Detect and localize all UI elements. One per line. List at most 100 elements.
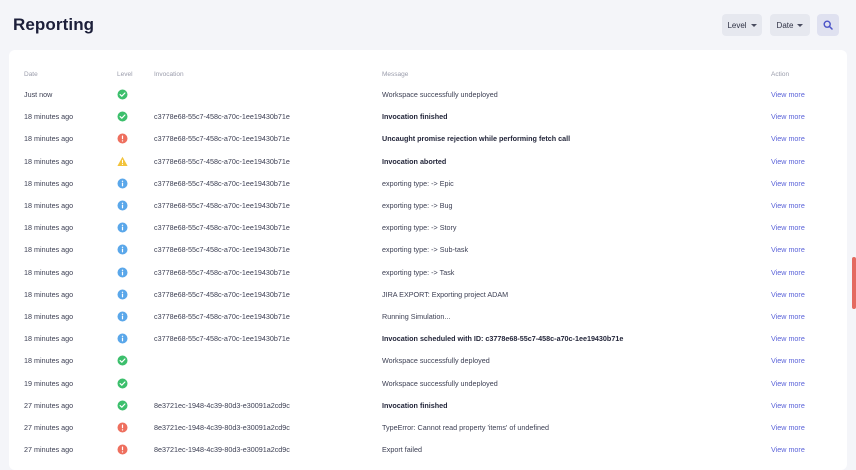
- table-row: 27 minutes ago 8e3721ec-1948-4c39-80d3-e3…: [9, 417, 847, 439]
- row-date: 18 minutes ago: [24, 178, 74, 188]
- info-circle-icon: [117, 200, 128, 211]
- row-date: 27 minutes ago: [24, 423, 74, 432]
- column-header-level: Level: [117, 71, 133, 78]
- search-icon: [823, 20, 833, 30]
- row-invocation-id: c3778e68-55c7-458c-a70c-1ee19430b71e: [154, 178, 290, 188]
- row-message: Workspace successfully undeployed: [382, 90, 498, 99]
- row-invocation-id: c3778e68-55c7-458c-a70c-1ee19430b71e: [154, 245, 290, 255]
- row-date: 18 minutes ago: [24, 312, 74, 321]
- table-row: 18 minutes ago c3778e68-55c7-458c-a70c-1e…: [9, 173, 847, 195]
- view-more-link[interactable]: View more: [771, 239, 805, 261]
- check-circle-icon: [117, 400, 128, 411]
- row-invocation-id: c3778e68-55c7-458c-a70c-1ee19430b71e: [154, 134, 290, 144]
- row-message: Workspace successfully undeployed: [382, 378, 498, 388]
- table-row: 18 minutes ago c3778e68-55c7-458c-a70c-1e…: [9, 328, 847, 350]
- table-row: 18 minutes ago c3778e68-55c7-458c-a70c-1e…: [9, 217, 847, 239]
- view-more-link[interactable]: View more: [771, 106, 805, 128]
- level-filter-label: Level: [727, 20, 747, 30]
- page-title: Reporting: [13, 15, 95, 34]
- reporting-table: Date Level Invocation Message Action Jus…: [9, 50, 847, 470]
- column-header-action: Action: [771, 71, 790, 78]
- row-message: TypeError: Cannot read property 'items' …: [382, 423, 549, 432]
- view-more-link[interactable]: View more: [771, 151, 805, 173]
- row-date: 18 minutes ago: [24, 267, 74, 277]
- info-circle-icon: [117, 222, 128, 233]
- view-more-link[interactable]: View more: [771, 195, 805, 217]
- view-more-link[interactable]: View more: [771, 306, 805, 328]
- table-row: 18 minutes ago c3778e68-55c7-458c-a70c-1e…: [9, 128, 847, 150]
- view-more-link[interactable]: View more: [771, 373, 805, 395]
- chevron-down-icon: [750, 23, 757, 27]
- info-circle-icon: [117, 333, 128, 344]
- row-invocation-id: c3778e68-55c7-458c-a70c-1ee19430b71e: [154, 112, 290, 122]
- row-message: Invocation finished: [382, 400, 448, 410]
- error-circle-icon: [117, 133, 128, 144]
- row-date: 19 minutes ago: [24, 378, 74, 388]
- row-message: exporting type: -> Bug: [382, 201, 453, 210]
- row-message: Workspace successfully deployed: [382, 356, 490, 366]
- row-invocation-id: 8e3721ec-1948-4c39-80d3-e30091a2cd9c: [154, 423, 290, 432]
- view-more-link[interactable]: View more: [771, 284, 805, 306]
- row-date: 18 minutes ago: [24, 356, 74, 366]
- info-circle-icon: [117, 289, 128, 300]
- column-header-message: Message: [382, 71, 409, 78]
- row-invocation-id: c3778e68-55c7-458c-a70c-1ee19430b71e: [154, 312, 290, 321]
- table-row: 18 minutes ago c3778e68-55c7-458c-a70c-1e…: [9, 106, 847, 128]
- info-circle-icon: [117, 178, 128, 189]
- error-circle-icon: [117, 444, 128, 455]
- view-more-link[interactable]: View more: [771, 328, 805, 350]
- row-date: 18 minutes ago: [24, 223, 74, 233]
- table-row: 27 minutes ago 8e3721ec-1948-4c39-80d3-e3…: [9, 395, 847, 417]
- view-more-link[interactable]: View more: [771, 417, 805, 439]
- row-message: Invocation scheduled with ID: c3778e68-5…: [382, 334, 624, 344]
- row-date: Just now: [24, 90, 53, 99]
- row-invocation-id: 8e3721ec-1948-4c39-80d3-e30091a2cd9c: [154, 400, 290, 410]
- column-header-date: Date: [24, 71, 38, 78]
- view-more-link[interactable]: View more: [771, 395, 805, 417]
- view-more-link[interactable]: View more: [771, 262, 805, 284]
- warning-triangle-icon: [117, 156, 128, 166]
- table-row: Just now Workspace successfully undeploye…: [9, 84, 847, 106]
- row-invocation-id: c3778e68-55c7-458c-a70c-1ee19430b71e: [154, 334, 290, 344]
- level-filter-dropdown[interactable]: Level: [722, 14, 762, 36]
- check-circle-icon: [117, 355, 128, 366]
- row-invocation-id: c3778e68-55c7-458c-a70c-1ee19430b71e: [154, 201, 290, 210]
- info-circle-icon: [117, 267, 128, 278]
- row-message: exporting type: -> Story: [382, 223, 457, 233]
- table-row: 18 minutes ago c3778e68-55c7-458c-a70c-1e…: [9, 262, 847, 284]
- table-row: 18 minutes ago c3778e68-55c7-458c-a70c-1e…: [9, 195, 847, 217]
- row-message: JIRA EXPORT: Exporting project ADAM: [382, 289, 509, 299]
- table-row: 19 minutes ago Workspace successfully und…: [9, 373, 847, 395]
- search-button[interactable]: [817, 14, 839, 36]
- table-row: 18 minutes ago c3778e68-55c7-458c-a70c-1e…: [9, 284, 847, 306]
- chevron-down-icon: [797, 23, 804, 27]
- row-date: 18 minutes ago: [24, 156, 74, 166]
- column-header-invocation: Invocation: [154, 71, 184, 78]
- table-row: 18 minutes ago Workspace successfully dep…: [9, 350, 847, 372]
- row-message: Invocation aborted: [382, 156, 447, 166]
- row-message: exporting type: -> Task: [382, 267, 455, 277]
- table-row: 18 minutes ago c3778e68-55c7-458c-a70c-1e…: [9, 306, 847, 328]
- row-date: 18 minutes ago: [24, 289, 74, 299]
- check-circle-icon: [117, 378, 128, 389]
- table-row: 18 minutes ago c3778e68-55c7-458c-a70c-1e…: [9, 151, 847, 173]
- view-more-link[interactable]: View more: [771, 217, 805, 239]
- scrollbar-thumb[interactable]: [852, 257, 856, 309]
- check-circle-icon: [117, 89, 128, 100]
- date-filter-dropdown[interactable]: Date: [770, 14, 810, 36]
- row-date: 18 minutes ago: [24, 134, 74, 144]
- row-date: 18 minutes ago: [24, 334, 74, 344]
- row-message: Invocation finished: [382, 112, 448, 122]
- view-more-link[interactable]: View more: [771, 84, 805, 106]
- table-row: 18 minutes ago c3778e68-55c7-458c-a70c-1e…: [9, 239, 847, 261]
- view-more-link[interactable]: View more: [771, 128, 805, 150]
- check-circle-icon: [117, 111, 128, 122]
- view-more-link[interactable]: View more: [771, 173, 805, 195]
- row-date: 18 minutes ago: [24, 201, 74, 210]
- view-more-link[interactable]: View more: [771, 350, 805, 372]
- row-invocation-id: c3778e68-55c7-458c-a70c-1ee19430b71e: [154, 289, 290, 299]
- row-message: Running Simulation...: [382, 312, 451, 321]
- page-header: Reporting Level Date: [0, 0, 856, 52]
- row-message: exporting type: -> Epic: [382, 178, 454, 188]
- row-message: Uncaught promise rejection while perform…: [382, 134, 571, 144]
